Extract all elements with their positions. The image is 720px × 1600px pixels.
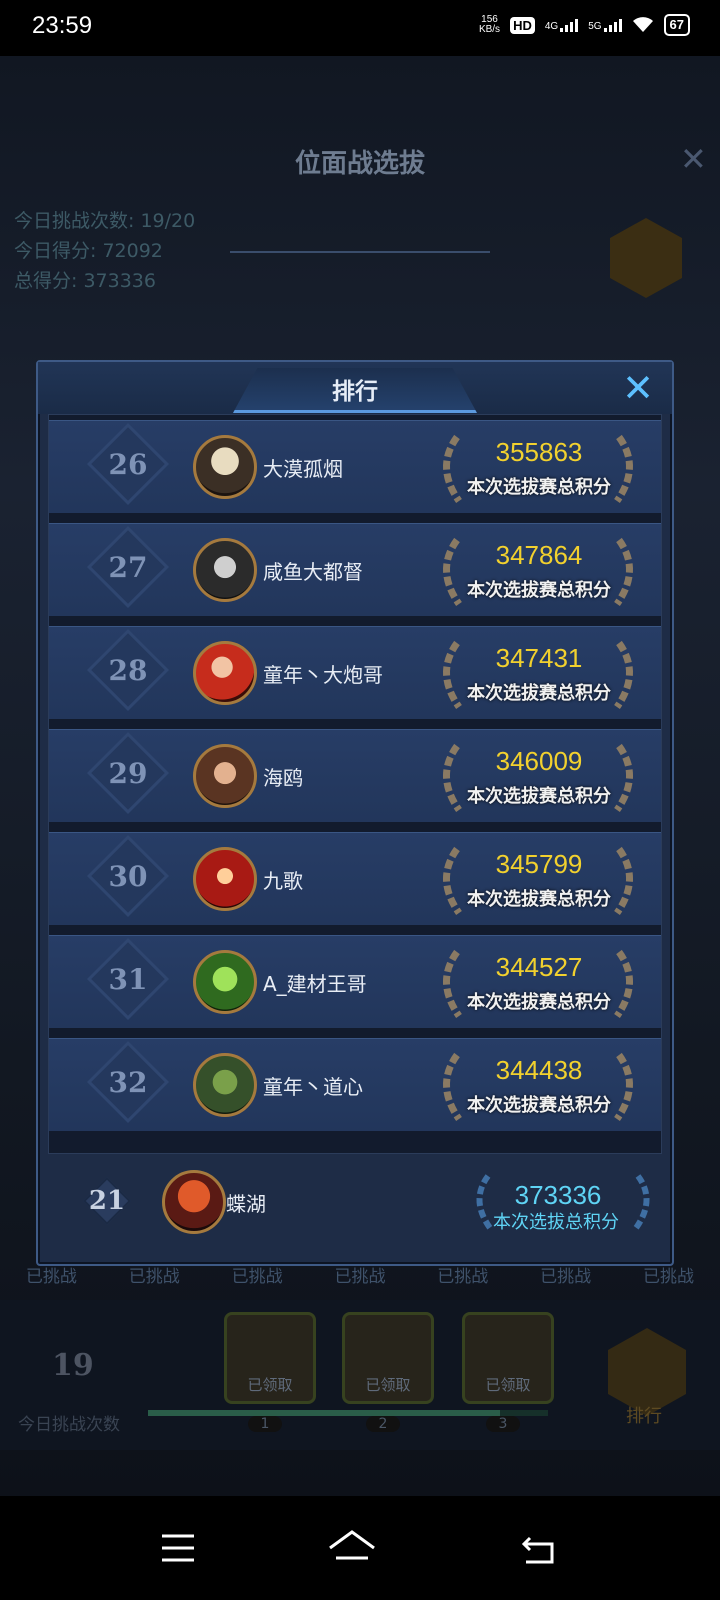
reward-chest-3: 已领取 — [462, 1312, 554, 1404]
rank-badge: 27 — [86, 525, 170, 609]
rank-number: 31 — [108, 962, 148, 996]
score-caption: 本次选拔赛总积分 — [467, 477, 611, 498]
rank-badge: 31 — [86, 937, 170, 1021]
ranking-row[interactable]: 31 A_建材王哥 344527 本次选拔赛总积分 — [49, 935, 661, 1028]
player-name: 童年丶大炮哥 — [263, 663, 383, 687]
ranking-row[interactable]: 29 海鸥 346009 本次选拔赛总积分 — [49, 729, 661, 822]
chest-number: 1 — [248, 1416, 282, 1432]
network-4g-label: 4G — [544, 20, 559, 32]
rank-number: 30 — [108, 859, 148, 893]
signal-4g-icon: 4G — [544, 18, 579, 32]
back-icon[interactable] — [508, 1518, 568, 1578]
player-name: 九歌 — [263, 869, 303, 893]
system-nav-bar — [0, 1496, 720, 1600]
player-avatar[interactable] — [193, 538, 257, 602]
player-score: 347431 — [495, 643, 583, 673]
ranking-list[interactable]: 26 大漠孤烟 355863 本次选拔赛总积分 27 咸鱼大都督 347864 … — [48, 414, 662, 1154]
player-avatar[interactable] — [193, 744, 257, 808]
rank-number: 32 — [108, 1065, 148, 1099]
score-caption: 本次选拔赛总积分 — [467, 889, 611, 910]
dialog-title: 排行 — [332, 378, 378, 405]
player-score: 347864 — [495, 540, 583, 570]
rank-number: 28 — [108, 653, 148, 687]
status-icons: 156 KB/s HD 4G 5G 67 — [479, 14, 690, 36]
chest-number: 2 — [366, 1416, 400, 1432]
ranking-row[interactable]: 27 咸鱼大都督 347864 本次选拔赛总积分 — [49, 523, 661, 616]
title-band — [230, 191, 490, 253]
score-caption: 本次选拔赛总积分 — [467, 683, 611, 704]
score-caption: 本次选拔赛总积分 — [467, 992, 611, 1013]
my-rank-badge: 21 — [74, 1168, 140, 1234]
stat-line: 今日得分: 72092 — [14, 240, 163, 262]
my-rank-row: 21 蝶湖 373336 本次选拔总积分 — [48, 1152, 660, 1252]
clock: 23:59 — [32, 12, 93, 39]
score-caption: 本次选拔赛总积分 — [467, 580, 611, 601]
menu-icon[interactable] — [148, 1518, 208, 1578]
chest-label: 已领取 — [247, 1376, 293, 1394]
home-icon[interactable] — [322, 1518, 382, 1578]
ranking-row[interactable]: 30 九歌 345799 本次选拔赛总积分 — [49, 832, 661, 925]
player-name: 海鸥 — [263, 766, 303, 790]
rank-badge: 29 — [86, 731, 170, 815]
rank-badge: 26 — [86, 422, 170, 506]
player-name: 童年丶道心 — [263, 1075, 363, 1099]
player-avatar[interactable] — [193, 641, 257, 705]
rank-badge: 30 — [86, 834, 170, 918]
player-avatar[interactable] — [193, 1053, 257, 1117]
ranking-row[interactable]: 32 童年丶道心 344438 本次选拔赛总积分 — [49, 1038, 661, 1131]
rank-number: 26 — [108, 447, 148, 481]
signal-5g-icon: 5G — [588, 18, 622, 32]
my-score: 373336 — [514, 1180, 602, 1210]
stat-line: 总得分: 373336 — [14, 270, 156, 292]
rank-number: 29 — [108, 756, 148, 790]
screen-title: 位面战选拔 — [294, 149, 425, 179]
close-icon[interactable]: ✕ — [618, 368, 658, 408]
ranking-row[interactable]: 28 童年丶大炮哥 347431 本次选拔赛总积分 — [49, 626, 661, 719]
wifi-icon — [632, 17, 653, 32]
player-avatar[interactable] — [193, 435, 257, 499]
player-score: 346009 — [495, 746, 583, 776]
ranking-row[interactable]: 26 大漠孤烟 355863 本次选拔赛总积分 — [49, 420, 661, 513]
chest-label: 已领取 — [365, 1376, 411, 1394]
network-5g-label: 5G — [588, 20, 602, 32]
player-avatar[interactable] — [193, 847, 257, 911]
my-avatar — [162, 1170, 226, 1234]
score-caption: 本次选拔赛总积分 — [467, 786, 611, 807]
net-speed-unit: KB/s — [478, 24, 501, 35]
screen-close-icon[interactable]: ✕ — [680, 140, 707, 178]
today-count-label: 今日挑战次数 — [18, 1415, 120, 1435]
my-name: 蝶湖 — [226, 1192, 266, 1216]
player-score: 344438 — [495, 1055, 583, 1085]
battery-icon: 67 — [663, 14, 690, 36]
player-score: 345799 — [495, 849, 583, 879]
player-score: 344527 — [495, 952, 583, 982]
reward-chest-2: 已领取 — [342, 1312, 434, 1404]
player-name: 大漠孤烟 — [263, 457, 343, 481]
player-name: 咸鱼大都督 — [263, 560, 363, 584]
reward-progress-bar — [148, 1410, 548, 1416]
rank-badge: 32 — [86, 1040, 170, 1124]
my-score-caption: 本次选拔总积分 — [493, 1212, 619, 1233]
hd-icon: HD — [510, 16, 535, 34]
rank-badge: 28 — [86, 628, 170, 712]
daily-stats: 今日挑战次数: 19/20 今日得分: 72092 总得分: 373336 — [14, 206, 195, 296]
my-rank-number: 21 — [88, 1186, 126, 1216]
score-caption: 本次选拔赛总积分 — [467, 1095, 611, 1116]
rank-number: 27 — [108, 550, 148, 584]
chest-number: 3 — [486, 1416, 520, 1432]
status-bar: 23:59 156 KB/s HD 4G 5G 67 — [0, 0, 720, 56]
player-avatar[interactable] — [193, 950, 257, 1014]
stat-line: 今日挑战次数: 19/20 — [14, 210, 196, 232]
ranking-button-label: 排行 — [626, 1406, 662, 1427]
player-name: A_建材王哥 — [263, 972, 367, 996]
reward-chest-1: 已领取 — [224, 1312, 316, 1404]
player-score: 355863 — [495, 437, 583, 467]
ranking-dialog: 排行 ✕ 26 大漠孤烟 355863 本次选拔赛总积分 27 咸鱼大都督 34… — [36, 360, 674, 1266]
chest-label: 已领取 — [485, 1376, 531, 1394]
today-count: 19 — [52, 1348, 94, 1383]
net-speed: 156 KB/s — [479, 15, 500, 35]
